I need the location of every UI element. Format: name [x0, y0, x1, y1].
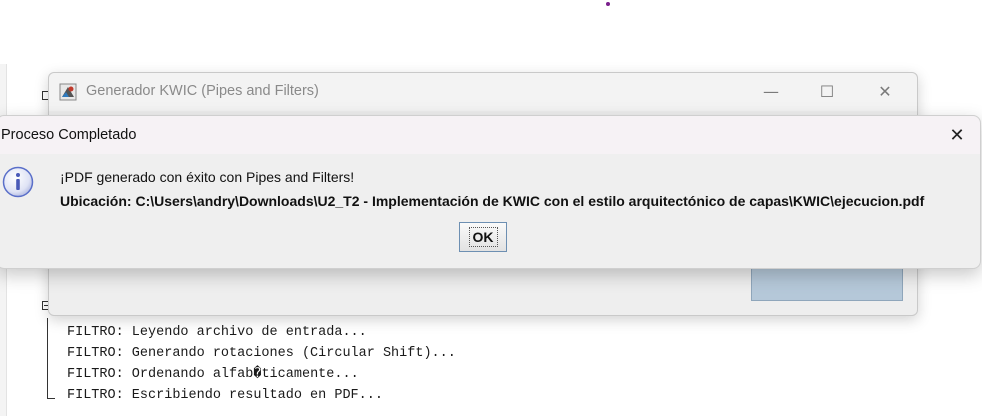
dialog-message-line1: ¡PDF generado con éxito con Pipes and Fi… [60, 169, 355, 185]
decorative-dot [606, 2, 610, 6]
window-titlebar[interactable]: Generador KWIC (Pipes and Filters) — ☐ ✕ [49, 73, 917, 111]
maximize-icon: ☐ [819, 82, 835, 101]
dialog-titlebar[interactable]: Proceso Completado ✕ [0, 116, 980, 154]
minimize-icon: — [763, 82, 779, 101]
process-complete-dialog: Proceso Completado ✕ ¡PDF generado con é… [0, 115, 981, 269]
close-icon: ✕ [949, 125, 965, 146]
dialog-close-button[interactable]: ✕ [940, 122, 974, 150]
ok-button-label: OK [468, 227, 498, 247]
maximize-button[interactable]: ☐ [807, 79, 847, 105]
info-icon [2, 166, 34, 198]
close-icon: ✕ [878, 82, 892, 101]
console-line: FILTRO: Leyendo archivo de entrada... [67, 325, 367, 340]
java-app-icon [59, 83, 77, 101]
console-output: FILTRO: Leyendo archivo de entrada... FI… [67, 322, 456, 406]
dialog-title: Proceso Completado [1, 127, 137, 143]
console-line: FILTRO: Escribiendo resultado en PDF... [67, 388, 383, 403]
window-title: Generador KWIC (Pipes and Filters) [86, 83, 319, 99]
tree-connector [47, 318, 48, 398]
tree-connector-end [47, 398, 55, 399]
ok-button[interactable]: OK [459, 222, 507, 252]
dialog-message-path: Ubicación: C:\Users\andry\Downloads\U2_T… [60, 193, 925, 209]
console-line: FILTRO: Ordenando alfab�ticamente... [67, 367, 359, 382]
window-close-button[interactable]: ✕ [865, 79, 905, 105]
console-line: FILTRO: Generando rotaciones (Circular S… [67, 346, 456, 361]
minimize-button[interactable]: — [751, 79, 791, 105]
